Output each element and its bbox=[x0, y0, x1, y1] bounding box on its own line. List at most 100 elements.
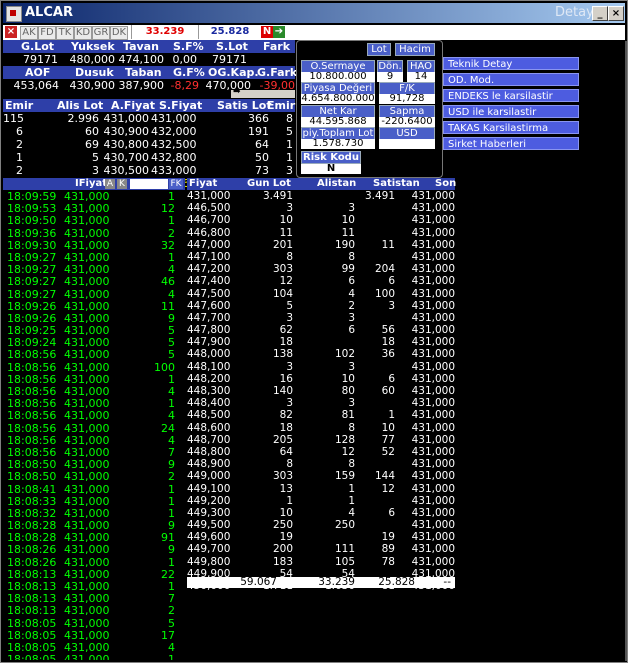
tape-row[interactable]: 18:09:50 431,000 1 bbox=[7, 214, 185, 227]
depth-row[interactable]: 447,100 8 8 431,000 bbox=[187, 251, 457, 263]
tape-row[interactable]: 18:08:41 431,000 1 bbox=[7, 483, 185, 496]
tab-fd[interactable]: FD bbox=[38, 26, 56, 40]
tab-dk[interactable]: DK bbox=[110, 26, 128, 40]
depth-row[interactable]: 448,900 8 8 431,000 bbox=[187, 458, 457, 470]
tape-row[interactable]: 18:08:13 431,000 1 bbox=[7, 580, 185, 593]
minimize-button[interactable]: _ bbox=[592, 6, 608, 21]
depth-row[interactable]: 446,700 10 10 431,000 bbox=[187, 214, 457, 226]
menu-teknik-detay[interactable]: Teknik Detay bbox=[443, 57, 579, 70]
hacim-button[interactable]: Hacim bbox=[395, 43, 435, 56]
depth-row[interactable]: 448,700 205 128 77 431,000 bbox=[187, 434, 457, 446]
menu-usd-karsilastir[interactable]: USD ile karsilastir bbox=[443, 105, 579, 118]
tape-row[interactable]: 18:09:53 431,000 12 bbox=[7, 202, 185, 215]
tape-row[interactable]: 18:08:56 431,000 100 bbox=[7, 361, 185, 374]
depth-row[interactable]: 446,800 11 11 431,000 bbox=[187, 227, 457, 239]
depth-row[interactable]: 448,800 64 12 52 431,000 bbox=[187, 446, 457, 458]
tape-row[interactable]: 18:08:05 431,000 4 bbox=[7, 641, 185, 654]
depth-row[interactable]: 448,500 82 81 1 431,000 bbox=[187, 409, 457, 421]
tape-row[interactable]: 18:08:05 431,000 5 bbox=[7, 617, 185, 630]
menu-takas-karsilastirma[interactable]: TAKAS Karsilastirma bbox=[443, 121, 579, 134]
depth-row[interactable]: 448,600 18 8 10 431,000 bbox=[187, 422, 457, 434]
n-button[interactable]: N bbox=[261, 26, 273, 38]
tape-row[interactable]: 18:08:56 431,000 4 bbox=[7, 434, 185, 447]
tape-row[interactable]: 18:08:56 431,000 1 bbox=[7, 373, 185, 386]
menu-sirket-haberleri[interactable]: Sirket Haberleri bbox=[443, 137, 579, 150]
depth-row[interactable]: 446,500 3 3 431,000 bbox=[187, 202, 457, 214]
tape-row[interactable]: 18:08:56 431,000 24 bbox=[7, 422, 185, 435]
tape-row[interactable]: 18:09:30 431,000 32 bbox=[7, 239, 185, 252]
orderbook-row[interactable]: 1 5 430,700 432,800 50 1 bbox=[3, 151, 295, 164]
depth-row[interactable]: 448,000 138 102 36 431,000 bbox=[187, 348, 457, 360]
tape-row[interactable]: 18:08:56 431,000 1 bbox=[7, 397, 185, 410]
depth-row[interactable]: 447,700 3 3 431,000 bbox=[187, 312, 457, 324]
tape-row[interactable]: 18:09:27 431,000 46 bbox=[7, 275, 185, 288]
depth-row[interactable]: 447,000 201 190 11 431,000 bbox=[187, 239, 457, 251]
tape-row[interactable]: 18:09:36 431,000 2 bbox=[7, 227, 185, 240]
tab-tk[interactable]: TK bbox=[56, 26, 74, 40]
orderbook-row[interactable]: 6 60 430,900 432,000 191 5 bbox=[3, 125, 295, 138]
depth-row[interactable]: 449,000 303 159 144 431,000 bbox=[187, 470, 457, 482]
tape-row[interactable]: 18:08:26 431,000 9 bbox=[7, 543, 185, 556]
tape-row[interactable]: 18:08:13 431,000 2 bbox=[7, 604, 185, 617]
tape-row[interactable]: 18:09:59 431,000 1 bbox=[7, 190, 185, 203]
tape-row[interactable]: 18:09:27 431,000 4 bbox=[7, 288, 185, 301]
depth-row[interactable]: 449,300 10 4 6 431,000 bbox=[187, 507, 457, 519]
depth-row[interactable]: 447,600 5 2 3 431,000 bbox=[187, 300, 457, 312]
depth-row[interactable]: 449,200 1 1 431,000 bbox=[187, 495, 457, 507]
tape-col-k[interactable]: K bbox=[117, 179, 127, 189]
remove-icon[interactable]: × bbox=[5, 26, 17, 38]
tape-row[interactable]: 18:08:56 431,000 5 bbox=[7, 348, 185, 361]
tab-gr[interactable]: GR bbox=[92, 26, 110, 40]
arrow-right-icon[interactable]: ➡ bbox=[233, 87, 241, 97]
depth-row[interactable]: 431,000 3.491 3.491 431,000 bbox=[187, 190, 457, 202]
tape-row[interactable]: 18:08:56 431,000 4 bbox=[7, 385, 185, 398]
tape-filter-input[interactable] bbox=[130, 179, 168, 189]
tape-col-a[interactable]: A bbox=[105, 179, 115, 189]
tab-kd[interactable]: KD bbox=[74, 26, 92, 40]
tape-row[interactable]: 18:08:32 431,000 1 bbox=[7, 507, 185, 520]
depth-row[interactable]: 447,500 104 4 100 431,000 bbox=[187, 288, 457, 300]
close-icon[interactable]: × bbox=[608, 6, 624, 21]
tape-row[interactable]: 18:09:27 431,000 1 bbox=[7, 251, 185, 264]
depth-row[interactable]: 447,800 62 6 56 431,000 bbox=[187, 324, 457, 336]
tape-row[interactable]: 18:08:26 431,000 1 bbox=[7, 556, 185, 569]
depth-row[interactable]: 449,600 19 19 431,000 bbox=[187, 531, 457, 543]
tab-ak[interactable]: AK bbox=[20, 26, 38, 40]
menu-endeks-karsilastir[interactable]: ENDEKS le karsilastir bbox=[443, 89, 579, 102]
tape-row[interactable]: 18:09:26 431,000 9 bbox=[7, 312, 185, 325]
depth-row[interactable]: 449,700 200 111 89 431,000 bbox=[187, 543, 457, 555]
tape-row[interactable]: 18:08:13 431,000 7 bbox=[7, 592, 185, 605]
refresh-icon[interactable]: ➔ bbox=[273, 26, 285, 38]
depth-row[interactable]: 449,500 250 250 431,000 bbox=[187, 519, 457, 531]
tape-row[interactable]: 18:09:24 431,000 5 bbox=[7, 336, 185, 349]
depth-row[interactable]: 448,200 16 10 6 431,000 bbox=[187, 373, 457, 385]
tape-row[interactable]: 18:08:05 431,000 17 bbox=[7, 629, 185, 642]
depth-row[interactable]: 448,300 140 80 60 431,000 bbox=[187, 385, 457, 397]
depth-row[interactable]: 447,900 18 18 431,000 bbox=[187, 336, 457, 348]
orderbook-row[interactable]: 2 69 430,800 432,500 64 1 bbox=[3, 138, 295, 151]
depth-row[interactable]: 448,100 3 3 431,000 bbox=[187, 361, 457, 373]
tape-row[interactable]: 18:08:13 431,000 22 bbox=[7, 568, 185, 581]
menu-od-mod[interactable]: OD. Mod. bbox=[443, 73, 579, 86]
tape-row[interactable]: 18:09:25 431,000 5 bbox=[7, 324, 185, 337]
tape-row[interactable]: 18:09:26 431,000 11 bbox=[7, 300, 185, 313]
lot-button[interactable]: Lot bbox=[367, 43, 391, 56]
detay-label[interactable]: Detay bbox=[555, 3, 594, 23]
depth-row[interactable]: 448,400 3 3 431,000 bbox=[187, 397, 457, 409]
tape-col-fk[interactable]: FK bbox=[169, 179, 183, 189]
tape-row[interactable]: 18:08:50 431,000 9 bbox=[7, 458, 185, 471]
tape-row[interactable]: 18:08:33 431,000 1 bbox=[7, 495, 185, 508]
orderbook-row[interactable]: 115 2.996 431,000 431,000 366 8 bbox=[3, 112, 295, 125]
tape-row[interactable]: 18:08:05 431,000 1 bbox=[7, 653, 185, 660]
tape-row[interactable]: 18:08:56 431,000 7 bbox=[7, 446, 185, 459]
depth-row[interactable]: 449,800 183 105 78 431,000 bbox=[187, 556, 457, 568]
tape-row[interactable]: 18:08:56 431,000 4 bbox=[7, 409, 185, 422]
tape-row[interactable]: 18:08:50 431,000 2 bbox=[7, 470, 185, 483]
title-bar[interactable]: ALCAR Detay _ × bbox=[3, 3, 625, 23]
depth-row[interactable]: 447,200 303 99 204 431,000 bbox=[187, 263, 457, 275]
tape-row[interactable]: 18:09:27 431,000 4 bbox=[7, 263, 185, 276]
tape-row[interactable]: 18:08:28 431,000 9 bbox=[7, 519, 185, 532]
scroll-arrows[interactable]: ➡ bbox=[231, 87, 295, 98]
depth-row[interactable]: 447,400 12 6 6 431,000 bbox=[187, 275, 457, 287]
orderbook-row[interactable]: 2 3 430,500 433,000 73 3 bbox=[3, 164, 295, 177]
